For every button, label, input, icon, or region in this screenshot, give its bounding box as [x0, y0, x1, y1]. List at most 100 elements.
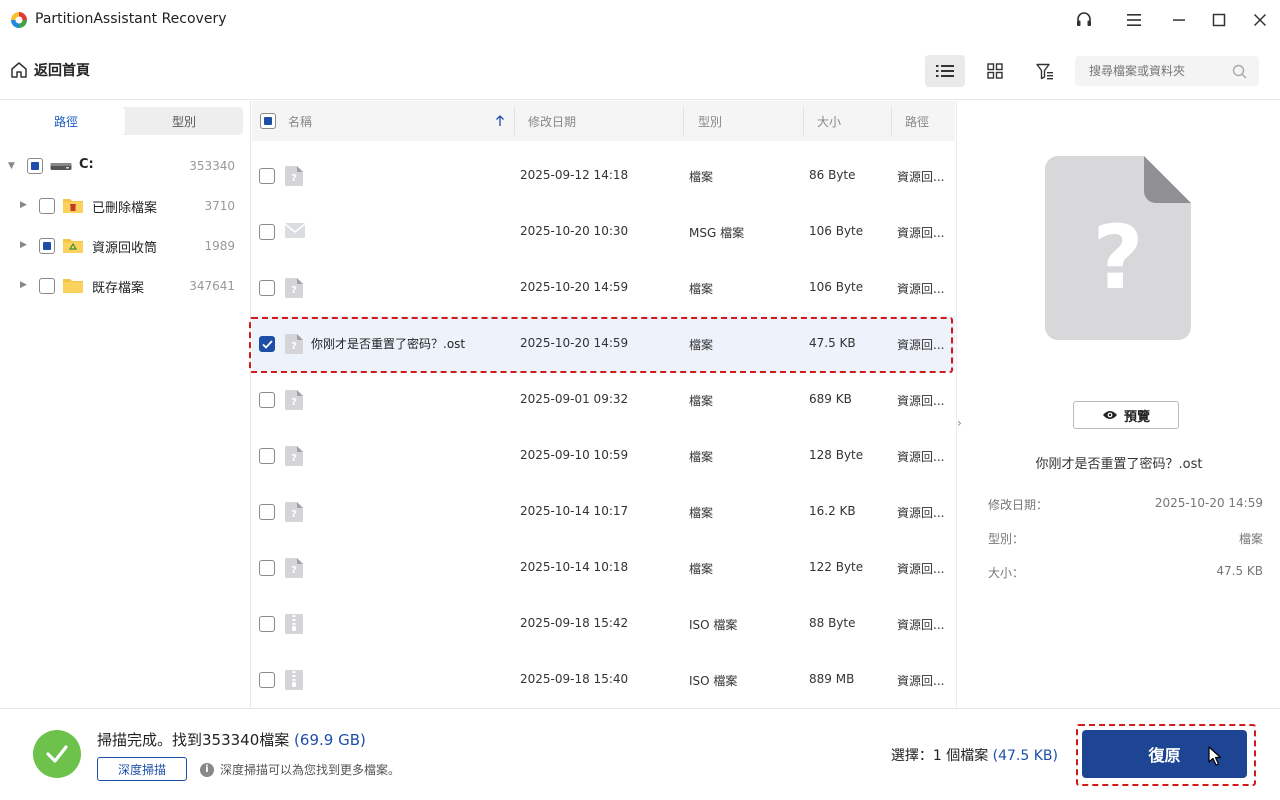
unknown-file-icon: ?: [284, 389, 304, 411]
left-tabs: 路徑 型別: [7, 107, 243, 135]
column-header-label: 名稱: [288, 114, 313, 129]
tree-item-c-drive[interactable]: ▼ C: 353340: [0, 151, 251, 181]
filter-button[interactable]: [1025, 55, 1065, 87]
file-row[interactable]: 2025-09-18 15:42 ISO 檔案 88 Byte 資源回...: [252, 596, 955, 652]
deep-scan-button[interactable]: 深度掃描: [97, 757, 187, 781]
tree-checkbox[interactable]: [27, 158, 43, 174]
search-input[interactable]: [1089, 64, 1224, 78]
row-checkbox[interactable]: [259, 560, 275, 576]
file-row[interactable]: ? 2025-09-12 14:18 檔案 86 Byte 資源回...: [252, 148, 955, 204]
column-header-name[interactable]: 名稱: [288, 101, 513, 141]
column-separator[interactable]: [683, 107, 684, 135]
file-path: 資源回...: [897, 170, 945, 184]
file-row[interactable]: ? 2025-09-10 10:59 檔案 128 Byte 資源回...: [252, 428, 955, 484]
tree-item-existing-files[interactable]: ▶ 既存檔案 347641: [0, 271, 251, 301]
home-button[interactable]: 返回首頁: [10, 60, 90, 80]
column-separator[interactable]: [891, 107, 892, 135]
file-row[interactable]: ? 2025-09-01 09:32 檔案 689 KB 資源回...: [252, 372, 955, 428]
preview-button[interactable]: 預覽: [1073, 401, 1179, 429]
file-size: 106 Byte: [809, 280, 864, 294]
row-checkbox[interactable]: [259, 224, 275, 240]
select-all-checkbox[interactable]: [260, 113, 276, 129]
unknown-file-icon: ?: [284, 501, 304, 523]
unknown-file-icon: ?: [284, 165, 304, 187]
tree-count: 347641: [189, 279, 235, 293]
grid-view-button[interactable]: [975, 55, 1015, 87]
support-button[interactable]: [1072, 8, 1096, 32]
file-type: 檔案: [689, 562, 714, 576]
detail-label-date: 修改日期：: [988, 498, 1049, 512]
deep-scan-hint-text: 深度掃描可以為您找到更多檔案。: [220, 763, 401, 777]
search-icon[interactable]: [1232, 64, 1247, 79]
app-logo-icon: [11, 12, 27, 28]
mail-file-icon: [284, 221, 306, 243]
file-row[interactable]: 2025-10-20 10:30 MSG 檔案 106 Byte 資源回...: [252, 204, 955, 260]
column-header-size[interactable]: 大小: [817, 101, 841, 141]
file-date: 2025-10-14 10:17: [520, 504, 629, 518]
file-date: 2025-10-20 14:59: [520, 280, 629, 294]
tree-item-deleted-files[interactable]: ▶ 已刪除檔案 3710: [0, 191, 251, 221]
svg-text:?: ?: [291, 341, 297, 352]
tree-checkbox[interactable]: [39, 198, 55, 214]
file-row[interactable]: ? 2025-10-14 10:18 檔案 122 Byte 資源回...: [252, 540, 955, 596]
close-button[interactable]: [1248, 8, 1272, 32]
file-type: ISO 檔案: [689, 618, 738, 632]
svg-text:?: ?: [291, 509, 297, 520]
sort-ascending-icon[interactable]: [495, 115, 505, 127]
column-header-date[interactable]: 修改日期: [528, 101, 576, 141]
close-icon: [1253, 13, 1267, 27]
deleted-folder-icon: [63, 199, 83, 213]
column-header-type[interactable]: 型別: [698, 101, 722, 141]
collapse-panel-arrow-icon[interactable]: ›: [957, 416, 962, 430]
file-type: 檔案: [689, 394, 714, 408]
file-size: 16.2 KB: [809, 504, 856, 518]
file-date: 2025-10-14 10:18: [520, 560, 629, 574]
info-icon: i: [200, 762, 214, 777]
file-path: 資源回...: [897, 562, 945, 576]
mouse-cursor-icon: [1208, 746, 1222, 766]
row-checkbox[interactable]: [259, 616, 275, 632]
search-box[interactable]: [1075, 56, 1259, 86]
tree-checkbox[interactable]: [39, 238, 55, 254]
menu-button[interactable]: [1122, 8, 1146, 32]
row-checkbox[interactable]: [259, 280, 275, 296]
expand-arrow-icon[interactable]: ▶: [20, 240, 27, 250]
column-separator[interactable]: [803, 107, 804, 135]
maximize-icon: [1212, 13, 1226, 27]
tree-checkbox[interactable]: [39, 278, 55, 294]
row-checkbox[interactable]: [259, 504, 275, 520]
file-row[interactable]: ? 你刚才是否重置了密码？.ost 2025-10-20 14:59 檔案 47.5 K…: [252, 316, 955, 372]
file-date: 2025-09-18 15:42: [520, 616, 629, 630]
minimize-button[interactable]: [1167, 8, 1191, 32]
recover-button[interactable]: 復原: [1082, 730, 1247, 778]
maximize-button[interactable]: [1207, 8, 1231, 32]
file-type: 檔案: [689, 450, 714, 464]
row-checkbox[interactable]: [259, 336, 275, 352]
expand-arrow-icon[interactable]: ▶: [20, 200, 27, 210]
row-checkbox[interactable]: [259, 448, 275, 464]
column-separator[interactable]: [514, 107, 515, 135]
file-row[interactable]: ? 2025-10-14 10:17 檔案 16.2 KB 資源回...: [252, 484, 955, 540]
list-view-button[interactable]: [925, 55, 965, 87]
toolbar: 返回首頁: [0, 40, 1280, 100]
column-header-path[interactable]: 路徑: [905, 101, 929, 141]
file-row[interactable]: 2025-09-18 15:40 ISO 檔案 889 MB 資源回...: [252, 652, 955, 708]
tab-type[interactable]: 型別: [125, 107, 243, 135]
file-date: 2025-09-01 09:32: [520, 392, 629, 406]
file-size: 47.5 KB: [809, 336, 856, 350]
file-date: 2025-09-12 14:18: [520, 168, 629, 182]
tree-item-recycle-bin[interactable]: ▶ 資源回收筒 1989: [0, 231, 251, 261]
tab-path[interactable]: 路徑: [7, 107, 125, 135]
deep-scan-hint: i 深度掃描可以為您找到更多檔案。: [200, 761, 400, 778]
row-checkbox[interactable]: [259, 392, 275, 408]
file-row[interactable]: ? 2025-10-20 14:59 檔案 106 Byte 資源回...: [252, 260, 955, 316]
minimize-icon: [1173, 19, 1185, 21]
filter-icon: [1036, 63, 1053, 79]
file-size: 889 MB: [809, 672, 855, 686]
file-size: 106 Byte: [809, 224, 864, 238]
collapse-arrow-icon[interactable]: ▼: [8, 161, 15, 171]
file-type: 檔案: [689, 282, 714, 296]
row-checkbox[interactable]: [259, 168, 275, 184]
expand-arrow-icon[interactable]: ▶: [20, 280, 27, 290]
row-checkbox[interactable]: [259, 672, 275, 688]
